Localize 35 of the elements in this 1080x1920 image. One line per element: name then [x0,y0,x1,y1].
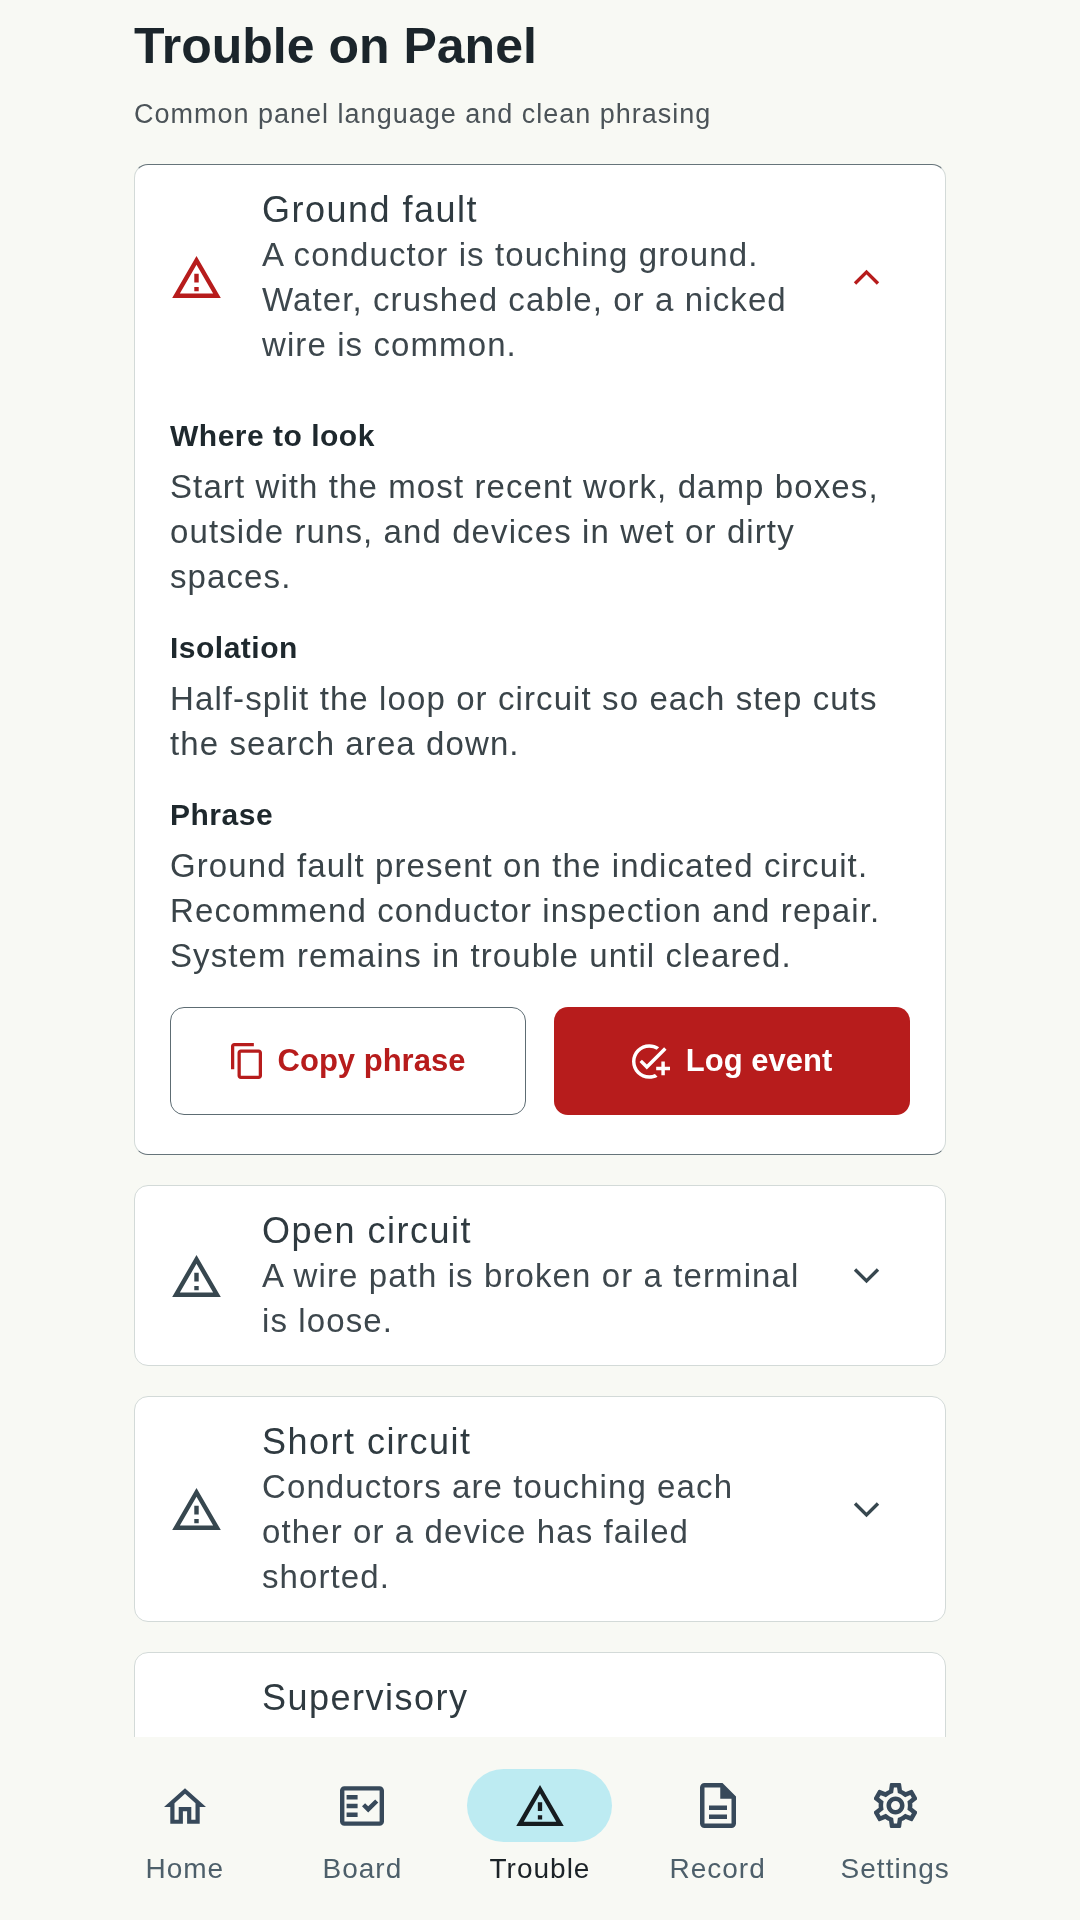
primary-action-button[interactable]: Log event [554,1007,910,1115]
trouble-title: Ground fault [262,188,479,232]
page-subtitle: Common panel language and clean phrasing [134,98,712,131]
section-text: Ground fault present on the indicated circuit. Recommend conductor inspection and repair. System remains in trouble until cleared. [170,846,882,976]
nav-tab[interactable]: Settings [806,1769,984,1886]
nav-tab[interactable]: Record [628,1769,807,1886]
trouble-title: Open circuit [262,1209,473,1253]
chevron-down-icon[interactable] [852,1267,881,1284]
chevron-up-icon[interactable] [852,268,881,286]
warning-icon [172,1254,221,1297]
warning-icon [172,1488,221,1530]
copy-icon [230,1043,262,1079]
section-heading: Isolation [170,630,298,666]
trouble-description: Conductors are touching each other or a device has failed shorted. [262,1467,735,1597]
page-title: Trouble on Panel [134,18,537,74]
trouble-title: Short circuit [262,1420,472,1464]
section-heading: Phrase [170,797,274,833]
trouble-description: A wire path is broken or a terminal is loose. [262,1256,801,1341]
document-icon [699,1783,736,1828]
warning-icon [516,1785,564,1826]
nav-tab[interactable]: Trouble [451,1769,629,1886]
check-circle-plus-icon [631,1043,670,1079]
warning-icon [172,256,221,298]
secondary-action-button[interactable]: Copy phrase [170,1007,526,1115]
checklist-icon [340,1785,385,1826]
home-icon [163,1787,206,1824]
section-text: Start with the most recent work, damp boxes, outside runs, and devices in wet or dirty spaces. [170,467,880,597]
trouble-title: Supervisory [262,1676,469,1720]
trouble-description: A conductor is touching ground. Water, crushed cable, or a nicked wire is common. [262,235,788,365]
chevron-down-icon[interactable] [852,1500,881,1518]
nav-tab[interactable]: Board [273,1769,452,1886]
nav-tab[interactable]: Home [96,1769,274,1886]
section-text: Half-split the loop or circuit so each step cuts the search area down. [170,679,879,764]
settings-icon [873,1783,917,1828]
section-heading: Where to look [170,418,375,454]
